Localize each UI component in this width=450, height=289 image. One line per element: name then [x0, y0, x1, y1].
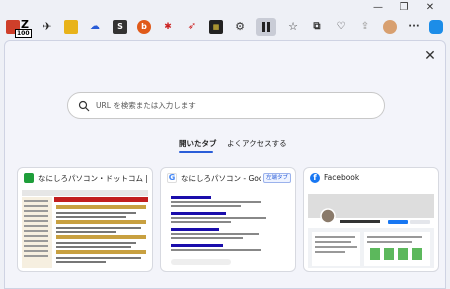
tab-card[interactable]: なにしろパソコン・ドットコム | マルチ... [17, 167, 153, 272]
copilot-icon[interactable] [429, 20, 443, 34]
tab-frequently-visited[interactable]: よくアクセスする [227, 138, 287, 149]
minimize-button[interactable]: — [372, 2, 384, 14]
toolbar: Z 100 ✈ ☁ S b ✱ ➶ ▦ ⚙ ☆ ⧉ ♡ ⇪ ··· [0, 16, 450, 40]
card-title: Facebook [324, 173, 360, 182]
close-window-button[interactable]: ✕ [424, 2, 436, 14]
profile-avatar[interactable] [383, 20, 397, 34]
title-bar: — ❐ ✕ [0, 0, 450, 16]
new-tab-panel: ✕ 開いたタブ よくアクセスする なにしろパソコン・ドットコム | マルチ... [4, 40, 446, 289]
active-tab-underline [179, 151, 213, 153]
card-thumbnail [22, 190, 148, 268]
browser-essentials-icon[interactable]: ♡ [334, 20, 348, 34]
tab-open-tabs[interactable]: 開いたタブ [179, 138, 217, 149]
plane-icon[interactable]: ✈ [40, 20, 54, 34]
card-thumbnail [308, 190, 434, 268]
search-icon [78, 100, 90, 112]
share-icon[interactable]: ⇪ [358, 20, 372, 34]
b-extension-icon[interactable]: b [137, 20, 151, 34]
card-title: なにしろパソコン - Goo... [181, 174, 261, 183]
card-thumbnail [165, 190, 291, 268]
badge-100: 100 [15, 29, 32, 38]
s-extension-icon[interactable]: S [113, 20, 127, 34]
facebook-favicon-icon: f [310, 173, 320, 183]
block-icon[interactable]: ▦ [209, 20, 223, 34]
card-title: なにしろパソコン・ドットコム | マルチ... [38, 174, 150, 183]
more-menu-icon[interactable]: ··· [407, 20, 421, 34]
google-favicon-icon: G [167, 173, 177, 183]
sticky-note-icon[interactable] [64, 20, 78, 34]
site-favicon-icon [24, 173, 34, 183]
card-header: G なにしろパソコン - Goo... 左端タブ [161, 168, 295, 188]
card-header: なにしろパソコン・ドットコム | マルチ... [18, 168, 152, 188]
compass-icon[interactable]: ➶ [185, 20, 199, 34]
split-screen-icon [262, 22, 270, 32]
search-input[interactable] [96, 93, 376, 118]
tab-tag-badge: 左端タブ [262, 173, 291, 183]
split-screen-button[interactable] [256, 18, 276, 36]
tab-card[interactable]: G なにしろパソコン - Goo... 左端タブ [160, 167, 296, 272]
card-header: f Facebook [304, 168, 438, 188]
pin-icon[interactable]: ✱ [161, 20, 175, 34]
tab-card[interactable]: f Facebook [303, 167, 439, 272]
extensions-puzzle-icon[interactable]: ⚙ [233, 20, 247, 34]
search-box[interactable] [67, 92, 385, 119]
cloud-icon[interactable]: ☁ [88, 20, 102, 34]
favorites-star-icon[interactable]: ☆ [286, 20, 300, 34]
browser-window: — ❐ ✕ Z 100 ✈ ☁ S b ✱ ➶ ▦ ⚙ ☆ ⧉ ♡ ⇪ ··· … [0, 0, 450, 289]
restore-button[interactable]: ❐ [398, 2, 410, 14]
collections-icon[interactable]: ⧉ [310, 20, 324, 34]
tab-cards: なにしろパソコン・ドットコム | マルチ... [17, 167, 439, 277]
close-panel-button[interactable]: ✕ [423, 49, 437, 63]
